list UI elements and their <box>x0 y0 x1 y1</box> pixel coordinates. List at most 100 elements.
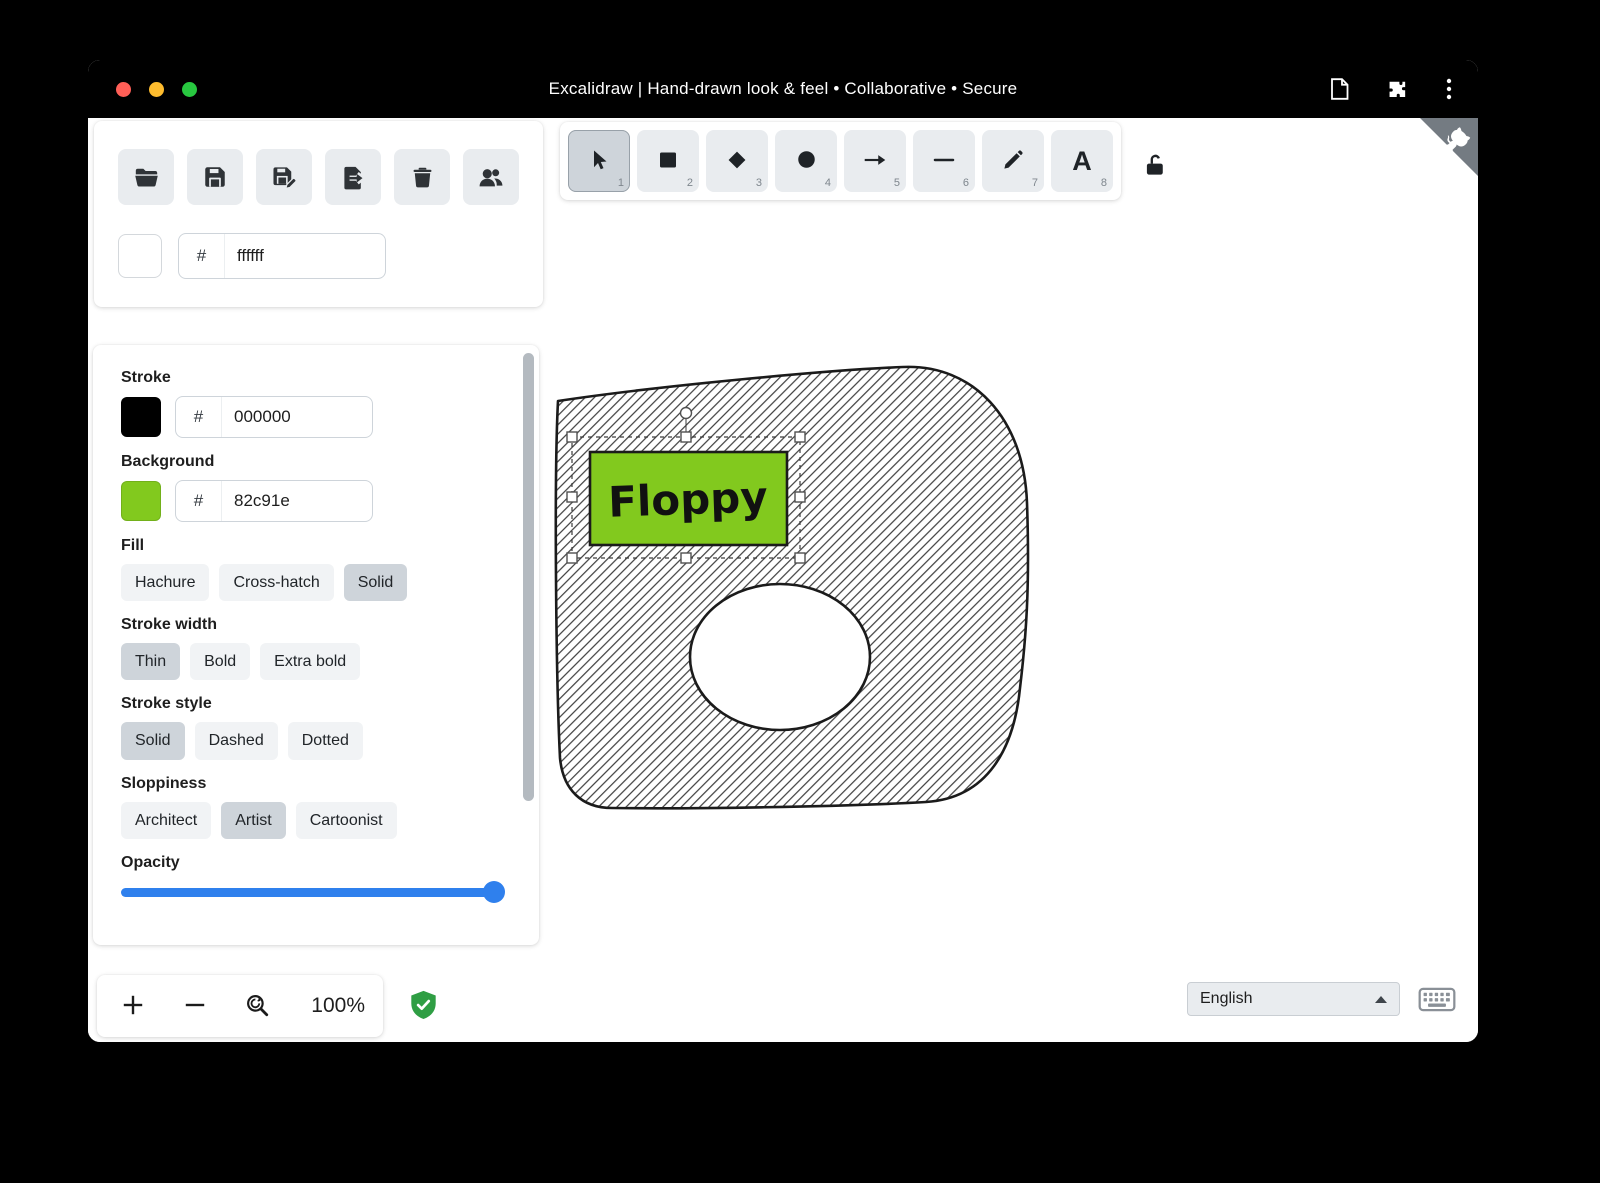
tool-arrow-button[interactable]: 5 <box>844 130 906 192</box>
fill-label: Fill <box>121 537 511 555</box>
draw-icon <box>1001 148 1025 175</box>
screen-background: Excalidraw | Hand-drawn look & feel • Co… <box>0 0 1600 1183</box>
zoom-reset-button[interactable] <box>235 984 279 1028</box>
stroke-style-option-dotted[interactable]: Dotted <box>288 722 363 759</box>
tool-line-button[interactable]: 6 <box>913 130 975 192</box>
save-as-icon <box>271 164 298 191</box>
ellipse-icon <box>795 148 818 174</box>
floppy-hub-hole[interactable] <box>690 584 870 730</box>
folder-open-icon <box>133 164 160 191</box>
hex-prefix: # <box>176 396 222 438</box>
tool-selection-button[interactable]: 1 <box>568 130 630 192</box>
titlebar: Excalidraw | Hand-drawn look & feel • Co… <box>88 60 1478 118</box>
stroke-hex-input[interactable] <box>222 407 372 427</box>
kebab-menu-icon[interactable] <box>1446 77 1452 101</box>
stroke-width-option-bold[interactable]: Bold <box>190 643 250 680</box>
clear-canvas-button[interactable] <box>394 149 450 205</box>
language-select-value: English <box>1200 990 1252 1008</box>
tool-text-button[interactable]: A 8 <box>1051 130 1113 192</box>
canvas-background-hex-group: # <box>178 233 386 279</box>
stroke-width-label: Stroke width <box>121 616 511 634</box>
text-icon: A <box>1072 148 1092 175</box>
stroke-style-option-solid[interactable]: Solid <box>121 722 185 759</box>
fill-section: Fill Hachure Cross-hatch Solid <box>121 537 511 601</box>
open-file-button[interactable] <box>118 149 174 205</box>
floppy-disk-shape[interactable] <box>556 367 1028 808</box>
canvas-background-swatch[interactable] <box>118 234 162 278</box>
encryption-shield-badge[interactable] <box>410 990 437 1026</box>
tools-toolbar-island: 1 2 3 4 <box>560 122 1121 200</box>
zoom-controls-island: 100% <box>97 975 383 1037</box>
rotate-handle[interactable] <box>681 408 692 419</box>
collaborators-icon <box>477 163 505 191</box>
canvas-background-hex-input[interactable] <box>225 246 385 266</box>
label-text[interactable]: Floppy <box>607 472 768 527</box>
maximize-window-button[interactable] <box>182 82 197 97</box>
stroke-color-swatch[interactable] <box>121 397 161 437</box>
file-toolbar-island: # <box>94 121 543 307</box>
stroke-style-option-dashed[interactable]: Dashed <box>195 722 278 759</box>
opacity-slider-thumb[interactable] <box>483 881 505 903</box>
stroke-width-section: Stroke width Thin Bold Extra bold <box>121 616 511 680</box>
hex-prefix: # <box>176 480 222 522</box>
tool-ellipse-button[interactable]: 4 <box>775 130 837 192</box>
background-label: Background <box>121 453 511 471</box>
label-rectangle[interactable]: Floppy <box>590 452 787 545</box>
rectangle-icon <box>656 148 680 175</box>
tool-rectangle-button[interactable]: 2 <box>637 130 699 192</box>
opacity-slider-track[interactable] <box>121 888 503 897</box>
zoom-out-button[interactable] <box>173 984 217 1028</box>
sloppiness-option-architect[interactable]: Architect <box>121 802 211 839</box>
save-as-button[interactable] <box>256 149 312 205</box>
line-icon <box>931 147 957 176</box>
fill-option-hachure[interactable]: Hachure <box>121 564 209 601</box>
browser-window: Excalidraw | Hand-drawn look & feel • Co… <box>88 60 1478 1042</box>
sloppiness-section: Sloppiness Architect Artist Cartoonist <box>121 775 511 839</box>
selection-icon <box>587 148 611 175</box>
trash-icon <box>410 165 435 190</box>
tool-diamond-button[interactable]: 3 <box>706 130 768 192</box>
stroke-width-option-thin[interactable]: Thin <box>121 643 180 680</box>
unlock-icon <box>1142 151 1170 182</box>
fill-option-crosshatch[interactable]: Cross-hatch <box>219 564 333 601</box>
github-corner-link[interactable] <box>1420 118 1478 176</box>
zoom-out-icon <box>182 992 208 1021</box>
puzzle-icon[interactable] <box>1387 79 1408 100</box>
zoom-reset-icon <box>244 992 270 1021</box>
shield-check-icon <box>410 1008 437 1025</box>
chevron-up-icon <box>1375 996 1387 1003</box>
collaboration-button[interactable] <box>463 149 519 205</box>
sloppiness-option-artist[interactable]: Artist <box>221 802 285 839</box>
background-color-swatch[interactable] <box>121 481 161 521</box>
hex-prefix: # <box>179 234 225 278</box>
opacity-slider[interactable] <box>121 881 503 903</box>
stroke-style-label: Stroke style <box>121 695 511 713</box>
stroke-section: Stroke # <box>121 369 511 438</box>
tool-draw-button[interactable]: 7 <box>982 130 1044 192</box>
stroke-label: Stroke <box>121 369 511 387</box>
close-window-button[interactable] <box>116 82 131 97</box>
language-select[interactable]: English <box>1187 982 1400 1016</box>
minimize-window-button[interactable] <box>149 82 164 97</box>
zoom-level-value: 100% <box>311 994 369 1018</box>
properties-panel: Stroke # Background # <box>93 345 539 945</box>
keep-tool-active-toggle[interactable] <box>1138 148 1174 184</box>
export-button[interactable] <box>325 149 381 205</box>
export-icon <box>340 164 367 191</box>
diamond-icon <box>726 149 748 174</box>
fill-option-solid[interactable]: Solid <box>344 564 408 601</box>
background-hex-input[interactable] <box>222 491 372 511</box>
background-section: Background # <box>121 453 511 522</box>
stroke-width-option-extra-bold[interactable]: Extra bold <box>260 643 360 680</box>
opacity-section: Opacity <box>121 854 511 903</box>
opacity-label: Opacity <box>121 854 511 872</box>
traffic-lights <box>116 60 197 118</box>
sloppiness-label: Sloppiness <box>121 775 511 793</box>
save-button[interactable] <box>187 149 243 205</box>
panel-scrollbar-thumb[interactable] <box>523 353 534 801</box>
drawing-canvas[interactable]: Floppy <box>88 118 1478 1042</box>
zoom-in-button[interactable] <box>111 984 155 1028</box>
sloppiness-option-cartoonist[interactable]: Cartoonist <box>296 802 397 839</box>
page-icon[interactable] <box>1330 78 1349 100</box>
page-title: Excalidraw | Hand-drawn look & feel • Co… <box>549 79 1018 99</box>
